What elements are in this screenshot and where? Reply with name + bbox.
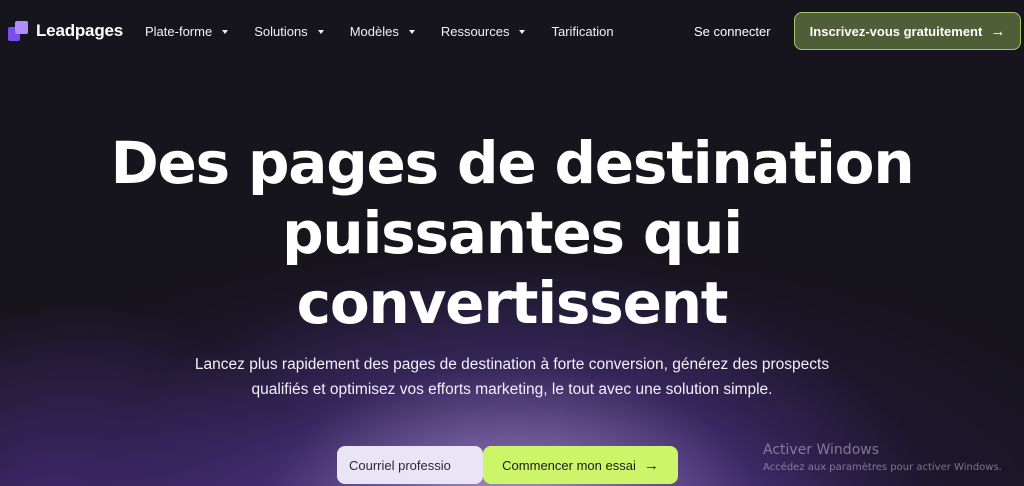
brand-logo[interactable]: Leadpages [8,21,123,41]
watermark-title: Activer Windows [763,442,880,458]
nav-item-resources[interactable]: Ressources [441,24,526,39]
start-trial-button[interactable]: Commencer mon essai → [483,446,678,484]
nav-item-solutions[interactable]: Solutions [254,24,324,39]
arrow-right-icon: → [990,22,1006,40]
chevron-down-icon [408,29,415,34]
nav-item-label: Modèles [349,24,399,39]
nav-item-label: Tarification [551,24,614,39]
windows-activation-watermark: Activer Windows Accédez aux paramètres p… [763,440,1002,476]
chevron-down-icon [519,29,526,34]
nav-item-platform[interactable]: Plate-forme [145,24,229,39]
signup-button-label: Inscrivez-vous gratuitement [809,23,983,39]
login-link[interactable]: Se connecter [694,24,771,39]
chevron-down-icon [222,29,229,34]
nav-item-label: Solutions [254,24,308,39]
hero-title: Des pages de destination puissantes qui … [62,128,962,338]
nav-item-label: Ressources [440,24,510,39]
start-trial-button-label: Commencer mon essai [502,457,636,473]
top-navbar: Leadpages Plate-forme Solutions Modèles … [0,0,1024,64]
email-field[interactable] [337,446,483,484]
hero-title-line: Des pages de destination [110,129,915,197]
hero-title-line: convertissent [296,269,729,337]
nav-item-templates[interactable]: Modèles [350,24,415,39]
signup-form: Commencer mon essai → [337,446,678,484]
hero-subtitle: Lancez plus rapidement des pages de dest… [194,356,830,398]
hero-title-line: puissantes qui [282,199,743,267]
arrow-right-icon: → [643,456,659,474]
watermark-subtitle: Accédez aux paramètres pour activer Wind… [763,462,1002,473]
chevron-down-icon [317,29,324,34]
nav-item-label: Plate-forme [145,24,213,39]
main-nav: Plate-forme Solutions Modèles Ressources… [145,24,640,39]
leadpages-logo-icon [8,21,28,41]
nav-item-pricing[interactable]: Tarification [551,24,613,39]
signup-button[interactable]: Inscrivez-vous gratuitement → [794,12,1021,50]
brand-name: Leadpages [36,21,124,40]
